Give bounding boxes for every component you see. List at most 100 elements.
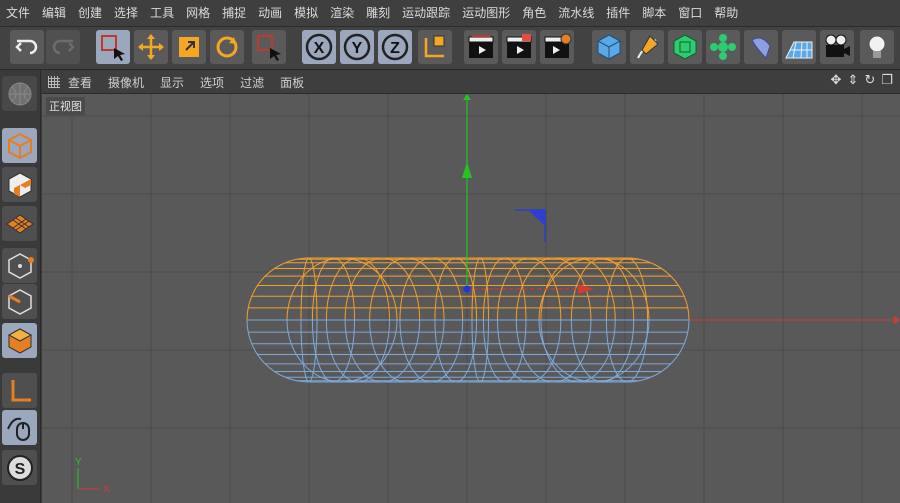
light-button[interactable] <box>860 30 894 64</box>
points-mode-button[interactable] <box>2 248 37 283</box>
wire-edge <box>399 257 464 321</box>
wire-edge <box>325 257 390 321</box>
menu-create[interactable]: 创建 <box>72 0 108 26</box>
wire-edge <box>369 319 445 383</box>
menu-character[interactable]: 角色 <box>516 0 552 26</box>
y-axis-icon: Y <box>343 33 371 61</box>
deformer-button[interactable] <box>744 30 778 64</box>
menu-file[interactable]: 文件 <box>0 0 36 26</box>
pan-view-icon[interactable]: ✥ <box>829 74 843 88</box>
viewport-menu-display[interactable]: 显示 <box>152 74 192 91</box>
wire-edge <box>538 319 650 383</box>
wire-edge <box>570 319 635 383</box>
render-settings-button[interactable] <box>540 30 574 64</box>
wire-edge <box>344 257 421 321</box>
undo-button[interactable] <box>10 30 44 64</box>
subdivision-cube-icon <box>673 34 697 60</box>
wire-edge <box>399 319 464 383</box>
add-cube-button[interactable] <box>592 30 626 64</box>
main-toolbar: X Y Z <box>0 27 900 70</box>
menu-select[interactable]: 选择 <box>108 0 144 26</box>
clapboard-icon <box>506 34 532 58</box>
menu-plugins[interactable]: 插件 <box>600 0 636 26</box>
viewport-grid <box>42 94 900 503</box>
wire-edge <box>626 257 690 321</box>
recent-tool-button[interactable] <box>252 30 286 64</box>
workplane-grid-icon <box>5 213 34 234</box>
torus-wireframe <box>246 257 690 383</box>
viewport-canvas: Y X <box>42 94 900 503</box>
scale-tool-button[interactable] <box>172 30 206 64</box>
axis-icon <box>11 379 31 401</box>
svg-text:Z: Z <box>390 40 400 57</box>
menu-window[interactable]: 窗口 <box>672 0 708 26</box>
subdivision-surface-button[interactable] <box>668 30 702 64</box>
zoom-view-icon[interactable]: ⇕ <box>846 74 860 88</box>
viewport-nav-controls: ✥ ⇕ ↻ ❐ <box>829 74 894 88</box>
snap-icon: S <box>6 454 33 481</box>
wire-edge <box>626 319 690 383</box>
live-selection-button[interactable] <box>96 30 130 64</box>
texture-mode-button[interactable] <box>2 167 37 202</box>
front-viewport[interactable]: Y X 正视图 <box>42 94 900 503</box>
wire-edge <box>344 319 421 383</box>
model-mode-button[interactable] <box>2 128 37 163</box>
selection-cursor-icon <box>101 35 125 61</box>
lock-y-axis-button[interactable]: Y <box>340 30 374 64</box>
wire-edge <box>246 319 310 383</box>
render-to-picture-viewer-button[interactable] <box>502 30 536 64</box>
rotate-tool-button[interactable] <box>210 30 244 64</box>
polygons-mode-button[interactable] <box>2 323 37 358</box>
wire-edge <box>482 319 527 383</box>
workplane-mode-button[interactable] <box>2 206 37 241</box>
rotate-icon <box>216 36 238 58</box>
viewport-menu-options[interactable]: 选项 <box>192 74 232 91</box>
menu-animate[interactable]: 动画 <box>252 0 288 26</box>
floor-button[interactable] <box>782 30 816 64</box>
render-view-button[interactable] <box>464 30 498 64</box>
lock-z-axis-button[interactable]: Z <box>378 30 412 64</box>
menu-mesh[interactable]: 网格 <box>180 0 216 26</box>
menu-simulate[interactable]: 模拟 <box>288 0 324 26</box>
object-origin-point[interactable] <box>463 285 471 293</box>
tweak-mode-button[interactable] <box>2 410 37 445</box>
redo-icon <box>52 39 75 55</box>
snapping-button[interactable]: S <box>2 450 37 485</box>
pen-spline-button[interactable] <box>630 30 664 64</box>
view-name-label: 正视图 <box>46 97 85 115</box>
mini-x-label: X <box>103 484 110 495</box>
menu-sculpt[interactable]: 雕刻 <box>360 0 396 26</box>
menu-mograph[interactable]: 运动图形 <box>456 0 516 26</box>
menu-edit[interactable]: 编辑 <box>36 0 72 26</box>
viewport-menu-view[interactable]: 查看 <box>60 74 100 91</box>
cloner-icon <box>710 34 736 60</box>
viewport-menu-filter[interactable]: 过滤 <box>232 74 272 91</box>
menu-render[interactable]: 渲染 <box>324 0 360 26</box>
make-editable-button[interactable] <box>2 76 37 111</box>
redo-button[interactable] <box>46 30 80 64</box>
camera-icon <box>825 34 850 57</box>
wire-edge <box>496 319 562 383</box>
cloner-button[interactable] <box>706 30 740 64</box>
selection-cursor-icon <box>257 35 281 61</box>
lock-x-axis-button[interactable]: X <box>302 30 336 64</box>
camera-button[interactable] <box>820 30 854 64</box>
menu-tools[interactable]: 工具 <box>144 0 180 26</box>
menu-motion-tracking[interactable]: 运动跟踪 <box>396 0 456 26</box>
object-y-axis-handle[interactable] <box>462 162 472 178</box>
move-arrows-icon <box>138 34 164 60</box>
viewport-grip-icon[interactable] <box>48 76 60 88</box>
menu-script[interactable]: 脚本 <box>636 0 672 26</box>
rotate-view-icon[interactable]: ↻ <box>863 74 877 88</box>
viewport-menu-panel[interactable]: 面板 <box>272 74 312 91</box>
menu-help[interactable]: 帮助 <box>708 0 744 26</box>
coordinate-system-button[interactable] <box>418 30 452 64</box>
menu-snap[interactable]: 捕捉 <box>216 0 252 26</box>
wire-edge <box>515 319 592 383</box>
move-tool-button[interactable] <box>134 30 168 64</box>
toggle-view-icon[interactable]: ❐ <box>880 74 894 88</box>
enable-axis-button[interactable] <box>2 373 37 408</box>
menu-pipeline[interactable]: 流水线 <box>552 0 600 26</box>
viewport-menu-cameras[interactable]: 摄像机 <box>100 74 152 91</box>
edges-mode-button[interactable] <box>2 284 37 319</box>
